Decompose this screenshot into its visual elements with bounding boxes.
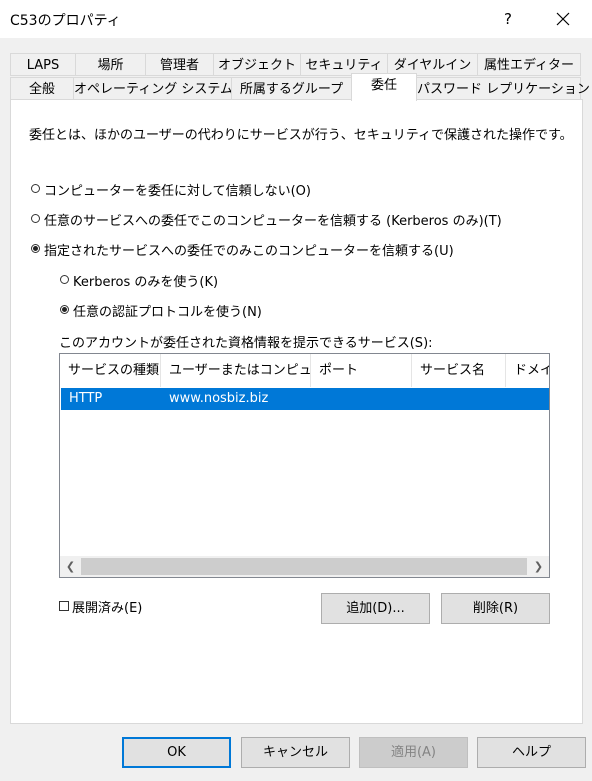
cancel-button[interactable]: キャンセル <box>241 737 350 768</box>
window-title: C53のプロパティ <box>10 13 121 29</box>
delegation-panel: 委任とは、ほかのユーザーの代わりにサービスが行う、セキュリティで保護された操作で… <box>10 99 583 724</box>
tab-laps[interactable]: LAPS <box>10 53 76 76</box>
help-icon[interactable]: ? <box>488 4 528 34</box>
help-button[interactable]: ヘルプ <box>477 737 586 768</box>
cell-service-type: HTTP <box>69 391 103 406</box>
label-any-protocol[interactable]: 任意の認証プロトコルを使う(N) <box>73 301 262 320</box>
tab-password-replication[interactable]: パスワード レプリケーション <box>416 77 590 100</box>
services-list[interactable]: サービスの種類 ユーザーまたはコンピュ... ポート サービス名 ドメイ HTT… <box>59 353 550 578</box>
label-no-trust[interactable]: コンピューターを委任に対して信頼しない(O) <box>44 180 311 199</box>
horizontal-scrollbar[interactable]: ❮ ❯ <box>60 556 549 577</box>
tab-member-of[interactable]: 所属するグループ <box>231 77 352 100</box>
apply-button[interactable]: 適用(A) <box>359 737 468 768</box>
column-header-service-name[interactable]: サービス名 <box>412 354 506 387</box>
column-header-domain[interactable]: ドメイ <box>506 354 549 387</box>
column-header-service-type[interactable]: サービスの種類 <box>60 354 161 387</box>
radio-kerberos-only[interactable] <box>60 275 69 284</box>
tab-delegation[interactable]: 委任 <box>351 73 417 101</box>
scroll-left-icon[interactable]: ❮ <box>62 558 79 575</box>
table-row[interactable]: HTTP www.nosbiz.biz <box>61 388 549 410</box>
tab-general[interactable]: 全般 <box>10 77 74 100</box>
label-trust-any[interactable]: 任意のサービスへの委任でこのコンピューターを信頼する (Kerberos のみ)… <box>44 210 502 229</box>
expanded-checkbox[interactable] <box>59 601 69 611</box>
add-button[interactable]: 追加(D)... <box>321 593 430 624</box>
ok-button[interactable]: OK <box>122 737 231 768</box>
label-trust-specified[interactable]: 指定されたサービスへの委任でのみこのコンピューターを信頼する(U) <box>44 240 454 259</box>
remove-button[interactable]: 削除(R) <box>441 593 550 624</box>
radio-no-trust[interactable] <box>31 184 40 193</box>
services-label: このアカウントが委任された資格情報を提示できるサービス(S): <box>59 336 433 351</box>
delegation-description: 委任とは、ほかのユーザーの代わりにサービスが行う、セキュリティで保護された操作で… <box>29 128 573 143</box>
column-header-port[interactable]: ポート <box>311 354 412 387</box>
scroll-right-icon[interactable]: ❯ <box>530 558 547 575</box>
radio-trust-any[interactable] <box>31 214 40 223</box>
close-icon <box>556 12 570 26</box>
title-bar: C53のプロパティ ? <box>0 0 592 38</box>
close-button[interactable] <box>540 4 586 34</box>
radio-trust-specified[interactable] <box>31 244 40 253</box>
expanded-label[interactable]: 展開済み(E) <box>72 597 142 616</box>
tab-location[interactable]: 場所 <box>75 53 146 76</box>
tab-managed-by[interactable]: 管理者 <box>145 53 214 76</box>
column-header-user-or-computer[interactable]: ユーザーまたはコンピュ... <box>161 354 311 387</box>
tab-operating-system[interactable]: オペレーティング システム <box>73 77 233 100</box>
scrollbar-thumb[interactable] <box>81 558 527 575</box>
cell-host: www.nosbiz.biz <box>169 391 269 406</box>
label-kerberos-only[interactable]: Kerberos のみを使う(K) <box>73 271 218 290</box>
tab-attribute-editor[interactable]: 属性エディター <box>477 53 581 76</box>
radio-any-protocol[interactable] <box>60 305 69 314</box>
tab-object[interactable]: オブジェクト <box>213 53 301 76</box>
